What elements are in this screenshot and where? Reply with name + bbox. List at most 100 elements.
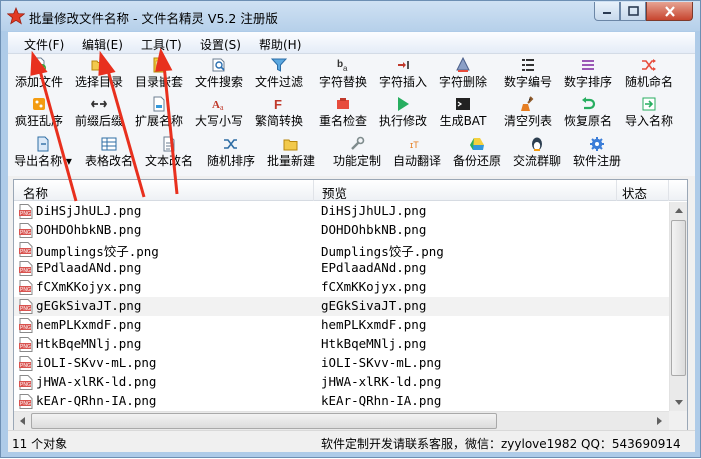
generate-bat-button[interactable]: 生成BAT [434,94,492,132]
contact-info: 软件定制开发请联系客服，微信：zyylove1982 QQ：543690914 [321,437,681,451]
svg-text:A: A [212,99,220,111]
funnel-icon [270,56,288,74]
png-file-icon: PNG [19,394,33,409]
table-rename-label: 表格改名 [84,154,133,168]
title-bar[interactable]: 批量修改文件名称 - 文件名精灵 V5.2 注册版 [1,1,700,31]
number-sort-button[interactable]: 数字排序 [559,55,617,93]
random-sort-button[interactable]: 随机排序 [202,134,260,172]
nested-dir-button[interactable]: 目录嵌套 [130,55,188,93]
svg-text:PNG: PNG [20,325,31,331]
menu-edit[interactable]: 编辑(E) [82,36,123,53]
file-name: gEGkSivaJT.png [36,298,142,313]
trad-simp-button[interactable]: F 繁简转换 [250,94,308,132]
dup-check-button[interactable]: 重名检查 [314,94,372,132]
list-item[interactable]: PNG EPdlaadANd.png EPdlaadANd.png [14,259,669,278]
horizontal-scrollbar[interactable] [14,411,669,430]
column-status[interactable]: 状态 [617,180,669,201]
list-item[interactable]: PNG gEGkSivaJT.png gEGkSivaJT.png [14,297,669,316]
scroll-right-arrow[interactable] [651,412,668,429]
app-window: 批量修改文件名称 - 文件名精灵 V5.2 注册版 文件(F) 编辑(E) 工具… [0,0,701,458]
menu-help[interactable]: 帮助(H) [259,36,301,53]
svg-text:ɪT: ɪT [410,140,419,150]
clear-list-button[interactable]: 清空列表 [499,94,557,132]
search-icon [210,56,228,74]
list-item[interactable]: PNG fCXmKKojyx.png fCXmKKojyx.png [14,278,669,297]
text-doc-icon [160,135,178,153]
export-label: 导出名称 ▾ [14,154,72,168]
char-delete-button[interactable]: 字符删除 [434,55,492,93]
file-filter-button[interactable]: 文件过滤 [250,55,308,93]
file-name: kEAr-QRhn-IA.png [36,393,157,408]
random-name-button[interactable]: 随机命名 [619,55,679,93]
column-preview[interactable]: 预览 [314,180,617,201]
prefix-suffix-button[interactable]: 前缀后缀 [70,94,128,132]
file-search-button[interactable]: 文件搜索 [190,55,248,93]
svg-text:PNG: PNG [20,268,31,274]
menu-tools[interactable]: 工具(T) [141,36,182,53]
minimize-button[interactable] [594,2,620,21]
number-sort-label: 数字排序 [563,75,612,89]
scroll-up-arrow[interactable] [670,202,687,219]
vertical-scroll-thumb[interactable] [671,220,686,376]
list-item[interactable]: PNG hemPLKxmdF.png hemPLKxmdF.png [14,316,669,335]
file-preview: iOLI-SKvv-mL.png [321,355,442,370]
batch-create-button[interactable]: 批量新建 [262,134,320,172]
select-dir-button[interactable]: 选择目录 [70,55,128,93]
custom-feature-label: 功能定制 [332,154,381,168]
object-count: 11 个对象 [12,437,68,451]
png-file-icon: PNG [19,204,33,219]
number-button[interactable]: 数字编号 [499,55,557,93]
chat-group-button[interactable]: 交流群聊 [508,134,566,172]
menu-file[interactable]: 文件(F) [24,36,64,53]
list-item[interactable]: PNG kEAr-QRhn-IA.png kEAr-QRhn-IA.png [14,392,669,411]
shuffle-icon [640,56,658,74]
menu-settings[interactable]: 设置(S) [200,36,241,53]
vertical-scrollbar[interactable] [669,202,687,412]
crazy-shuffle-button[interactable]: 疯狂乱序 [10,94,68,132]
png-file-icon: PNG [19,356,33,371]
close-button[interactable] [646,2,693,21]
execute-label: 执行修改 [378,114,427,128]
triangle-down-icon [674,400,683,405]
list-item[interactable]: PNG jHWA-xlRK-ld.png jHWA-xlRK-ld.png [14,373,669,392]
list-item[interactable]: PNG DOHDOhbkNB.png DOHDOhbkNB.png [14,221,669,240]
backup-restore-label: 备份还原 [452,154,501,168]
restore-button[interactable]: 恢复原名 [559,94,617,132]
char-insert-button[interactable]: 字符插入 [374,55,432,93]
list-item[interactable]: PNG HtkBqeMNlj.png HtkBqeMNlj.png [14,335,669,354]
import-button[interactable]: 导入名称 [619,94,679,132]
list-item[interactable]: PNG iOLI-SKvv-mL.png iOLI-SKvv-mL.png [14,354,669,373]
file-preview: DOHDOhbkNB.png [321,222,427,237]
scroll-left-arrow[interactable] [14,412,31,429]
maximize-button[interactable] [620,2,646,21]
horizontal-scroll-thumb[interactable] [31,413,497,429]
file-list[interactable]: 名称 预览 状态 PNG DiHSjJhULJ.png DiHSjJhULJ.png… [13,179,688,431]
extension-button[interactable]: 扩展名称 [130,94,188,132]
list-rows: PNG DiHSjJhULJ.png DiHSjJhULJ.png PNG DOHDOh… [14,202,669,411]
custom-feature-button[interactable]: 功能定制 [328,134,386,172]
svg-text:F: F [274,97,282,112]
add-file-button[interactable]: 添加文件 [10,55,68,93]
drive-icon [468,135,486,153]
svg-text:PNG: PNG [20,230,31,236]
case-button[interactable]: Aa 大写小写 [190,94,248,132]
trad-simp-label: 繁简转换 [254,114,303,128]
backup-restore-button[interactable]: 备份还原 [448,134,506,172]
number-label: 数字编号 [503,75,552,89]
extension-icon [150,95,168,113]
export-button[interactable]: 导出名称 ▾ [10,134,76,172]
execute-button[interactable]: 执行修改 [374,94,432,132]
scroll-down-arrow[interactable] [670,394,687,411]
extension-label: 扩展名称 [134,114,183,128]
list-item[interactable]: PNG DiHSjJhULJ.png DiHSjJhULJ.png [14,202,669,221]
png-file-icon: PNG [19,299,33,314]
file-name: iOLI-SKvv-mL.png [36,355,157,370]
tools-icon [348,135,366,153]
list-item[interactable]: PNG Dumplings饺子.png Dumplings饺子.png [14,240,669,259]
column-name[interactable]: 名称 [14,180,314,201]
table-rename-button[interactable]: 表格改名 [80,134,138,172]
register-button[interactable]: 软件注册 [568,134,626,172]
text-rename-button[interactable]: 文本改名 [140,134,198,172]
auto-translate-button[interactable]: ɪT 自动翻译 [388,134,446,172]
char-replace-button[interactable]: ba 字符替换 [314,55,372,93]
